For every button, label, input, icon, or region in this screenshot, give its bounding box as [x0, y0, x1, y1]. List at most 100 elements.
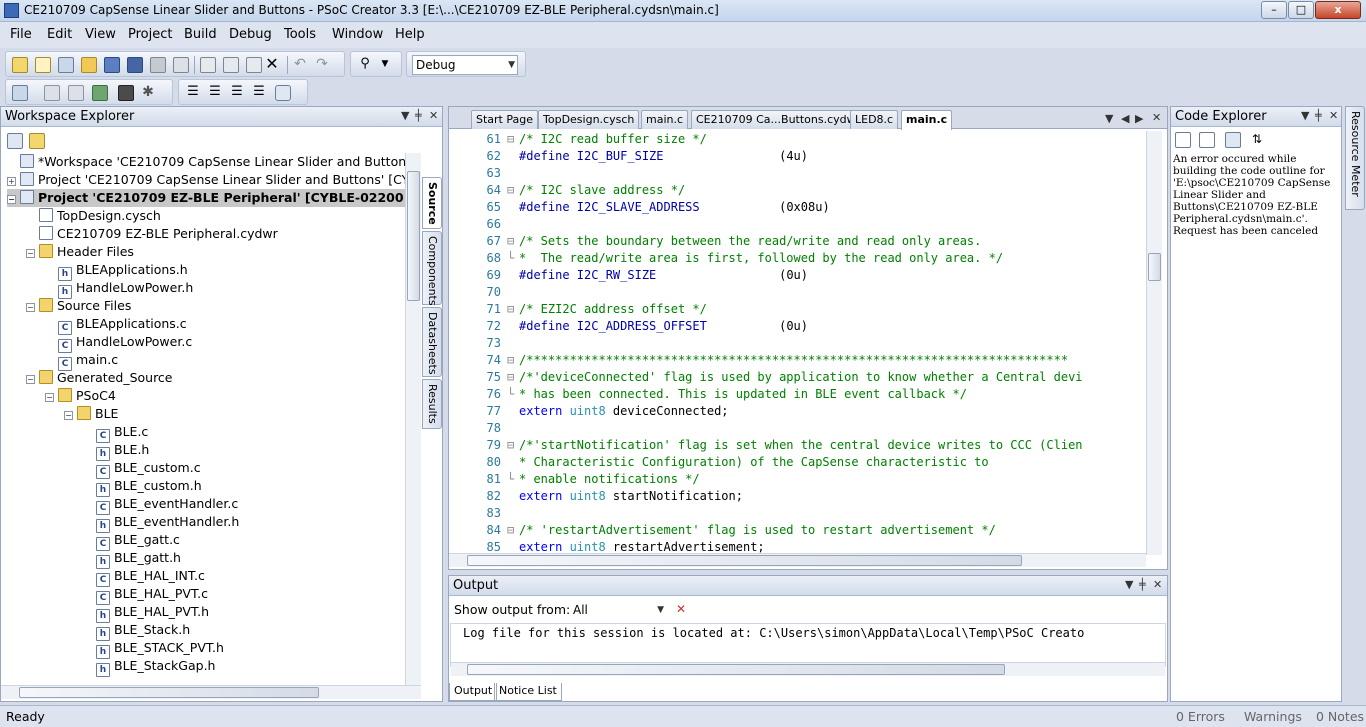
collapse-icon[interactable]: −: [26, 249, 35, 258]
build-icon[interactable]: [12, 85, 28, 101]
fold-toggle-icon[interactable]: ⊟: [507, 522, 519, 539]
close-button[interactable]: x: [1315, 1, 1361, 19]
code-area[interactable]: 61 ⊟/* I2C read buffer size */62 #define I…: [449, 131, 1149, 555]
status-warnings[interactable]: Warnings: [1244, 709, 1302, 724]
code-line[interactable]: 84 ⊟/* 'restartAdvertisement' flag is use…: [449, 522, 996, 539]
tree-item[interactable]: CE210709 EZ-BLE Peripheral.cydwr: [26, 225, 278, 243]
tab-datasheets[interactable]: Datasheets: [422, 307, 442, 377]
scrollbar-thumb[interactable]: [1148, 253, 1161, 281]
tree-item[interactable]: h BLE_STACK_PVT.h: [83, 639, 224, 659]
menu-file[interactable]: File: [10, 27, 32, 42]
collapse-icon[interactable]: −: [26, 375, 35, 384]
code-line[interactable]: 77 extern uint8 deviceConnected;: [449, 403, 729, 420]
code-line[interactable]: 71 ⊟/* EZI2C address offset */: [449, 301, 707, 318]
minimize-button[interactable]: –: [1261, 1, 1287, 19]
tab-scroll-right-icon[interactable]: ▶: [1135, 112, 1143, 125]
close-icon[interactable]: ✕: [1153, 578, 1162, 591]
fold-toggle-icon[interactable]: ⊟: [507, 131, 519, 148]
pin-icon[interactable]: ╪: [1139, 578, 1146, 591]
tree-item[interactable]: C BLE_eventHandler.c: [83, 495, 238, 515]
code-line[interactable]: 67 ⊟/* Sets the boundary between the read…: [449, 233, 982, 250]
tab-output[interactable]: Output: [449, 683, 498, 701]
settings-icon[interactable]: [68, 85, 84, 101]
tree-item[interactable]: − Source Files: [26, 297, 131, 315]
paste-icon[interactable]: [246, 57, 262, 73]
menu-window[interactable]: Window: [332, 27, 383, 42]
save-all-icon[interactable]: [127, 57, 143, 73]
print-preview-icon[interactable]: [173, 57, 189, 73]
status-errors[interactable]: 0 Errors: [1176, 709, 1225, 724]
tree-item[interactable]: C BLEApplications.c: [45, 315, 187, 335]
tree-item[interactable]: C BLE_custom.c: [83, 459, 201, 479]
uncomment-icon[interactable]: ☰: [251, 85, 267, 101]
tree-item[interactable]: − PSoC4: [45, 387, 116, 405]
code-line[interactable]: 81 └ * enable notifications */: [449, 471, 700, 488]
code-line[interactable]: 78: [449, 420, 519, 437]
code-line[interactable]: 61 ⊟/* I2C read buffer size */: [449, 131, 707, 148]
code-line[interactable]: 79 ⊟/*'startNotification' flag is set whe…: [449, 437, 1083, 454]
code-line[interactable]: 83: [449, 505, 519, 522]
comment-icon[interactable]: ☰: [229, 85, 245, 101]
tree-item[interactable]: C HandleLowPower.c: [45, 333, 192, 353]
tab-main-c-active[interactable]: main.c: [901, 110, 953, 130]
save-icon[interactable]: [104, 57, 120, 73]
clear-output-icon[interactable]: ✕: [673, 602, 689, 618]
close-icon[interactable]: ✕: [1152, 111, 1161, 124]
add-item-icon[interactable]: [58, 57, 74, 73]
scrollbar-thumb[interactable]: [407, 171, 420, 301]
menu-project[interactable]: Project: [128, 27, 172, 42]
debug-bug-icon[interactable]: ✱: [140, 85, 156, 101]
code-line[interactable]: 73: [449, 335, 519, 352]
code-horizontal-scrollbar[interactable]: [449, 553, 1146, 567]
chevron-down-icon[interactable]: ▼: [1105, 112, 1113, 125]
tab-cydwr[interactable]: CE210709 Ca...Buttons.cydwr: [691, 110, 866, 129]
print-icon[interactable]: [150, 57, 166, 73]
new-file-icon[interactable]: [35, 57, 51, 73]
outline-view-icon[interactable]: [1225, 132, 1241, 148]
tree-item[interactable]: h BLE.h: [83, 441, 149, 461]
toggle-view-icon[interactable]: [275, 85, 291, 101]
tree-item[interactable]: + Project 'CE210709 CapSense Linear Slide…: [7, 171, 405, 189]
menu-help[interactable]: Help: [395, 27, 425, 42]
workspace-view-icon[interactable]: [7, 133, 23, 149]
fold-toggle-icon[interactable]: ⊟: [507, 369, 519, 386]
tree-item[interactable]: − BLE: [64, 405, 118, 423]
code-line[interactable]: 72 #define I2C_ADDRESS_OFFSET (0u): [449, 318, 808, 335]
menu-edit[interactable]: Edit: [47, 27, 72, 42]
menu-view[interactable]: View: [85, 27, 116, 42]
tree-vertical-scrollbar[interactable]: [405, 153, 421, 685]
tab-led8-c[interactable]: LED8.c: [850, 110, 899, 129]
code-line[interactable]: 63: [449, 165, 519, 182]
output-horizontal-scrollbar[interactable]: [451, 662, 1165, 676]
folder-view-icon[interactable]: [29, 133, 45, 149]
tree-item[interactable]: *Workspace 'CE210709 CapSense Linear Sli…: [7, 153, 405, 171]
tree-item[interactable]: TopDesign.cysch: [26, 207, 161, 225]
status-notes[interactable]: 0 Notes: [1316, 709, 1364, 724]
expand-icon[interactable]: +: [7, 177, 16, 186]
outdent-icon[interactable]: ☰: [207, 85, 223, 101]
fold-toggle-icon[interactable]: ⊟: [507, 233, 519, 250]
tab-resource-meter[interactable]: Resource Meter: [1345, 106, 1365, 210]
code-line[interactable]: 68 └ * The read/write area is first, follo…: [449, 250, 1004, 267]
chevron-down-icon[interactable]: ▼: [401, 109, 409, 122]
menu-debug[interactable]: Debug: [229, 27, 272, 42]
tree-item[interactable]: − Generated_Source: [26, 369, 173, 387]
tree-item[interactable]: − Project 'CE210709 EZ-BLE Peripheral' [C…: [7, 189, 405, 207]
code-line[interactable]: 80 * Characteristic Configuration) of the…: [449, 454, 989, 471]
code-line[interactable]: 70: [449, 284, 519, 301]
cut-icon[interactable]: [200, 57, 216, 73]
copy-icon[interactable]: [223, 57, 239, 73]
tree-item[interactable]: h HandleLowPower.h: [45, 279, 193, 299]
build-config-select[interactable]: Debug ▼: [412, 55, 518, 75]
tab-topdesign[interactable]: TopDesign.cysch: [538, 110, 640, 129]
code-line[interactable]: 69 #define I2C_RW_SIZE (0u): [449, 267, 808, 284]
collapse-icon[interactable]: −: [26, 303, 35, 312]
tree-item[interactable]: C BLE_HAL_INT.c: [83, 567, 205, 587]
chip-icon[interactable]: [118, 85, 134, 101]
tree-item[interactable]: h BLE_gatt.h: [83, 549, 181, 569]
collapse-icon[interactable]: −: [7, 195, 16, 204]
collapse-icon[interactable]: −: [64, 411, 73, 420]
menu-build[interactable]: Build: [184, 27, 217, 42]
tree-item[interactable]: Cmain.c: [45, 351, 118, 371]
tree-item[interactable]: h BLE_custom.h: [83, 477, 202, 497]
